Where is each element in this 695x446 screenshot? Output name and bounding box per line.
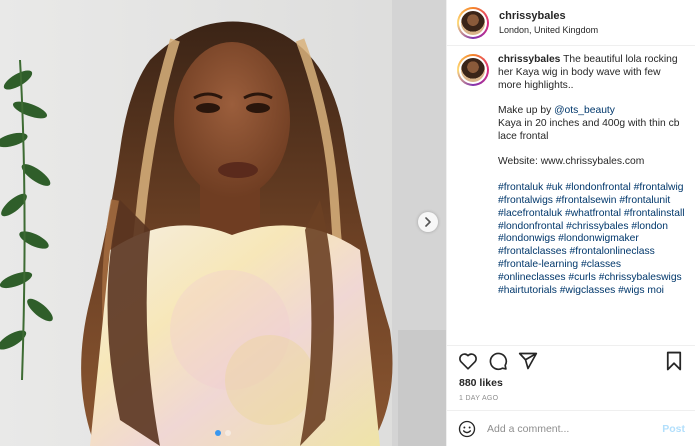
hashtags[interactable]: #frontaluk #uk #londonfrontal #frontalwi… — [498, 182, 685, 297]
share-icon — [518, 352, 538, 369]
post-photo[interactable] — [0, 0, 446, 446]
portrait-image — [0, 0, 446, 446]
caption-text: chrissybales The beautiful lola rocking … — [498, 54, 685, 345]
like-button[interactable] — [457, 350, 479, 372]
makeup-credit-label: Make up by — [498, 105, 555, 117]
comment-input[interactable] — [487, 422, 657, 435]
location-link[interactable]: London, United Kingdom — [499, 24, 598, 36]
wig-details: Kaya in 20 inches and 400g with thin cb … — [498, 118, 683, 142]
post-comment-button[interactable]: Post — [662, 423, 685, 435]
username-link[interactable]: chrissybales — [499, 9, 598, 24]
carousel-indicator — [0, 430, 446, 436]
comment-form: Post — [447, 410, 695, 446]
post-timestamp[interactable]: 1 DAY AGO — [447, 389, 695, 410]
comment-icon — [489, 352, 508, 370]
comment-button[interactable] — [487, 350, 509, 372]
heart-icon — [459, 352, 477, 370]
carousel-dot-active — [215, 430, 221, 436]
carousel-dot — [225, 430, 231, 436]
caption-section: chrissybales The beautiful lola rocking … — [447, 46, 695, 345]
makeup-artist-link[interactable]: @ots_beauty — [554, 105, 615, 116]
post-header: chrissybales London, United Kingdom — [447, 0, 695, 46]
carousel-next-button[interactable] — [418, 212, 438, 232]
emoji-button[interactable] — [457, 419, 477, 439]
emoji-icon — [458, 420, 476, 437]
caption-username[interactable]: chrissybales — [498, 54, 560, 65]
action-bar — [447, 345, 695, 375]
avatar[interactable] — [457, 6, 489, 39]
chevron-right-icon — [425, 217, 431, 227]
share-button[interactable] — [517, 350, 539, 372]
likes-count[interactable]: 880 likes — [447, 375, 695, 389]
bookmark-icon — [666, 351, 682, 370]
instagram-post: chrissybales London, United Kingdom chri… — [0, 0, 695, 446]
save-button[interactable] — [663, 350, 685, 372]
website-text: Website: www.chrissybales.com — [498, 156, 645, 168]
caption-avatar[interactable] — [457, 54, 489, 86]
post-details-panel: chrissybales London, United Kingdom chri… — [446, 0, 695, 446]
